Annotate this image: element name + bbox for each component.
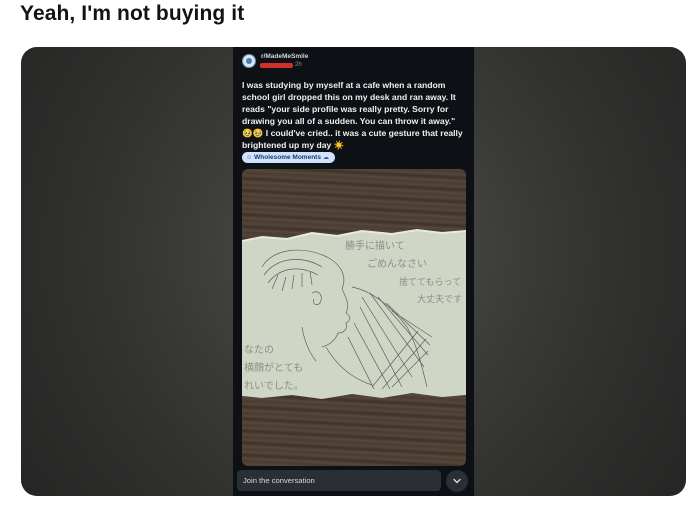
note-line: 横顔がとても [244, 361, 303, 374]
post-body: I was studying by myself at a cafe when … [242, 80, 463, 150]
flair-label: Wholesome Moments [254, 154, 321, 161]
redacted-username [260, 63, 293, 68]
post-age: 2h [295, 62, 302, 68]
note-line: れいでした。 [244, 380, 304, 392]
blurred-backdrop-right [474, 47, 686, 496]
note-line: 大丈夫です [417, 293, 462, 305]
drawing-note: 勝手に描いて ごめんなさい 捨ててもらって 大丈夫です なたの 横顔がとても れ… [242, 228, 466, 399]
note-line: ごめんなさい [367, 257, 427, 270]
post-flair[interactable]: ☺ Wholesome Moments ☁ [242, 152, 335, 163]
smile-icon: ☺ [246, 154, 253, 161]
post-image[interactable]: 勝手に描いて ごめんなさい 捨ててもらって 大丈夫です なたの 横顔がとても れ… [242, 169, 466, 466]
cloud-icon: ☁ [322, 155, 329, 161]
tweet-text: Yeah, I'm not buying it [20, 2, 245, 25]
blurred-backdrop-left [21, 47, 233, 496]
post-header: r/MadeMeSmile 2h [242, 53, 462, 76]
subreddit-name[interactable]: r/MadeMeSmile [261, 53, 308, 60]
note-line: なたの [244, 344, 274, 356]
tweet-media[interactable]: r/MadeMeSmile 2h I was studying by mysel… [21, 47, 686, 496]
note-line: 勝手に描いて [345, 239, 405, 252]
comment-input[interactable]: Join the conversation [237, 470, 441, 491]
subreddit-avatar-icon[interactable] [242, 54, 256, 68]
chevron-down-icon [453, 478, 461, 484]
note-line: 捨ててもらって [399, 276, 461, 288]
reddit-post-screenshot: r/MadeMeSmile 2h I was studying by mysel… [233, 47, 474, 496]
expand-button[interactable] [446, 470, 468, 492]
comment-placeholder: Join the conversation [243, 476, 315, 485]
